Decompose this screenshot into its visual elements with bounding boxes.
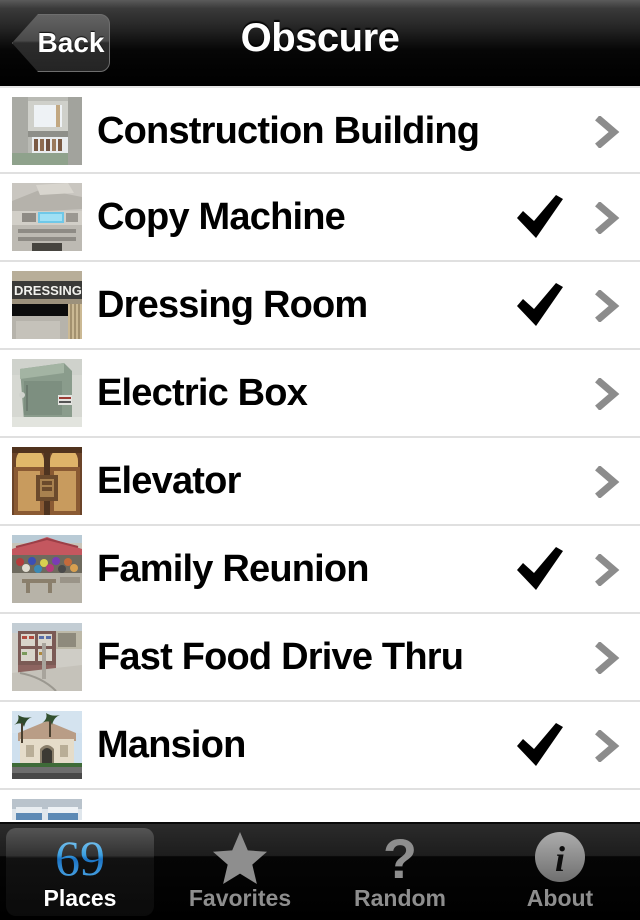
chevron-right-icon bbox=[592, 378, 622, 410]
construction-building-thumb bbox=[12, 97, 82, 165]
table-row[interactable]: Mansion bbox=[0, 702, 640, 790]
visited-checkmark-icon bbox=[514, 545, 566, 593]
row-title: Fast Food Drive Thru bbox=[97, 636, 464, 678]
chevron-right-icon bbox=[592, 466, 622, 498]
table-row[interactable]: Construction Building bbox=[0, 86, 640, 174]
navigation-bar: Back Obscure bbox=[0, 0, 640, 86]
table-row[interactable] bbox=[0, 790, 640, 820]
chevron-right-icon bbox=[592, 730, 622, 762]
tab-random[interactable]: ? Random bbox=[320, 824, 480, 920]
row-title: Copy Machine bbox=[97, 196, 346, 238]
app-screen: Back Obscure Construction Building Copy … bbox=[0, 0, 640, 920]
row-title: Dressing Room bbox=[97, 284, 368, 326]
tab-favorites-label: Favorites bbox=[188, 885, 292, 911]
chevron-right-icon bbox=[592, 202, 622, 234]
chevron-right-icon bbox=[592, 554, 622, 586]
tab-bar: 69 Places Favorites ? Random i About bbox=[0, 822, 640, 920]
row-title: Mansion bbox=[97, 724, 246, 766]
count-badge: 69 bbox=[0, 830, 160, 886]
places-count: 69 bbox=[55, 830, 105, 886]
row-title: Elevator bbox=[97, 460, 241, 502]
row-title: Construction Building bbox=[97, 110, 480, 152]
chevron-right-icon bbox=[592, 290, 622, 322]
table-row[interactable]: DRESSING R Dressing Room bbox=[0, 262, 640, 350]
row-title: Family Reunion bbox=[97, 548, 370, 590]
svg-text:i: i bbox=[555, 839, 565, 879]
tab-favorites[interactable]: Favorites bbox=[160, 824, 320, 920]
table-row[interactable]: Family Reunion bbox=[0, 526, 640, 614]
svg-text:DRESSING R: DRESSING R bbox=[14, 283, 82, 298]
tab-places-label: Places bbox=[43, 885, 117, 911]
table-row[interactable]: Copy Machine bbox=[0, 174, 640, 262]
star-icon bbox=[160, 830, 320, 886]
visited-checkmark-icon bbox=[514, 281, 566, 329]
table-row[interactable]: Electric Box bbox=[0, 350, 640, 438]
fast-food-drive-thru-thumb bbox=[12, 623, 82, 691]
question-mark-icon: ? bbox=[320, 830, 480, 888]
places-list[interactable]: Construction Building Copy Machine DRESS… bbox=[0, 86, 640, 822]
chevron-right-icon bbox=[592, 116, 622, 148]
elevator-thumb bbox=[12, 447, 82, 515]
mansion-thumb bbox=[12, 711, 82, 779]
tab-about-label: About bbox=[526, 885, 594, 911]
page-title: Obscure bbox=[240, 16, 400, 60]
tab-about[interactable]: i About bbox=[480, 824, 640, 920]
next-place-thumb bbox=[12, 799, 82, 820]
table-row[interactable]: Fast Food Drive Thru bbox=[0, 614, 640, 702]
tab-places[interactable]: 69 Places bbox=[0, 824, 160, 920]
visited-checkmark-icon bbox=[514, 193, 566, 241]
row-title: Electric Box bbox=[97, 372, 308, 414]
table-row[interactable]: Elevator bbox=[0, 438, 640, 526]
question-mark-glyph: ? bbox=[382, 827, 418, 890]
info-circle-icon: i bbox=[480, 830, 640, 886]
dressing-room-thumb: DRESSING R bbox=[12, 271, 82, 339]
chevron-right-icon bbox=[592, 642, 622, 674]
visited-checkmark-icon bbox=[514, 721, 566, 769]
tab-random-label: Random bbox=[354, 885, 446, 911]
family-reunion-thumb bbox=[12, 535, 82, 603]
copy-machine-thumb bbox=[12, 183, 82, 251]
electric-box-thumb bbox=[12, 359, 82, 427]
